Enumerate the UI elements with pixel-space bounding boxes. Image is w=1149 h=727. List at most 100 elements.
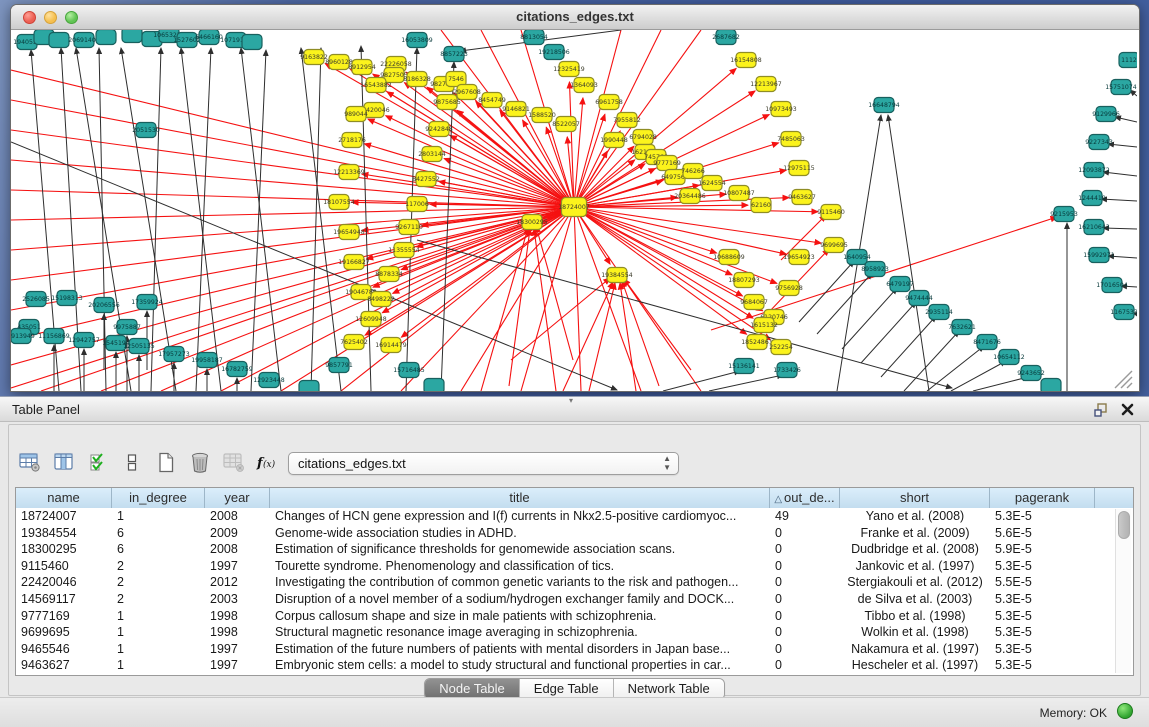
deselect-rows-button[interactable] [117,448,147,476]
cell-title[interactable]: Embryonic stem cells: a model to study s… [270,657,770,674]
citation-edge-selected[interactable] [574,207,581,391]
cell-pagerank[interactable]: 5.3E-5 [990,657,1095,674]
graph-node[interactable]: 7955812 [613,113,641,128]
table-settings-button[interactable] [15,448,45,476]
graph-node[interactable]: 9684067 [740,295,768,310]
citation-edge[interactable] [151,48,161,391]
cell-name[interactable]: 9699695 [16,624,112,641]
citation-edge[interactable] [881,316,936,377]
citation-edge[interactable] [663,371,740,391]
graph-node[interactable] [122,30,142,43]
network-view-canvas[interactable]: 1940557206914061065325715276026466160107… [11,30,1137,391]
cell-in_degree[interactable]: 1 [112,508,205,525]
graph-node[interactable]: 1364093 [570,78,598,93]
graph-node[interactable]: 9699695 [820,238,848,253]
cell-in_degree[interactable]: 1 [112,641,205,658]
cell-short[interactable]: Dudbridge et al. (2008) [840,541,990,558]
graph-node[interactable]: 20691406 [68,33,100,48]
cell-short[interactable]: de Silva et al. (2003) [840,591,990,608]
cell-year[interactable]: 2012 [205,574,270,591]
graph-node[interactable]: 7485063 [777,132,805,147]
cell-in_degree[interactable]: 6 [112,541,205,558]
graph-node[interactable]: 9146821 [502,102,530,117]
column-chooser-button[interactable] [49,448,79,476]
graph-node[interactable]: 9163822 [300,50,328,65]
graph-node[interactable]: 2718176 [338,133,366,148]
network-window-titlebar[interactable]: citations_edges.txt [11,5,1139,30]
graph-node[interactable]: 9242848 [425,122,453,137]
citation-edge[interactable] [241,48,281,391]
cell-in_degree[interactable]: 2 [112,591,205,608]
graph-node[interactable]: 1167533 [1110,305,1137,320]
graph-node[interactable]: 117006 [405,197,429,212]
citation-edge-selected[interactable] [511,278,610,360]
table-row[interactable]: 1938455462009Genome-wide association stu… [16,525,1133,542]
graph-node[interactable]: 16648794 [868,98,900,113]
citation-edge[interactable] [927,346,984,391]
graph-node[interactable]: 6466160 [195,30,223,45]
citation-edge-selected[interactable] [563,282,613,391]
graph-node[interactable]: 8857223 [440,47,468,62]
cell-name[interactable]: 9463627 [16,657,112,674]
cell-year[interactable]: 1997 [205,558,270,575]
graph-node[interactable]: 1244419 [1078,191,1106,206]
graph-node[interactable]: 1990448 [600,133,628,148]
cell-title[interactable]: Disruption of a novel member of a sodium… [270,591,770,608]
graph-node[interactable]: 15716485 [393,363,425,378]
cell-title[interactable]: Changes of HCN gene expression and I(f) … [270,508,770,525]
graph-node[interactable]: 8912954 [348,60,376,75]
graph-node[interactable]: 7632621 [948,320,976,335]
graph-node[interactable]: 10807487 [723,186,755,201]
resize-grip-icon[interactable] [1127,383,1132,388]
graph-node[interactable]: 6961758 [595,95,623,110]
graph-node[interactable]: 2803144 [418,147,446,162]
graph-node[interactable]: 11156869 [38,329,70,344]
cell-title[interactable]: Structural magnetic resonance image aver… [270,624,770,641]
graph-node[interactable]: 6794028 [629,130,657,145]
cell-short[interactable]: Hescheler et al. (1997) [840,657,990,674]
cell-pagerank[interactable]: 5.3E-5 [990,608,1095,625]
citation-edge-selected[interactable] [368,119,574,207]
graph-node[interactable]: 8813054 [520,30,548,45]
graph-node[interactable]: 9129966 [1092,107,1120,122]
cell-year[interactable]: 1998 [205,608,270,625]
cell-name[interactable]: 9777169 [16,608,112,625]
table-panel-titlebar[interactable]: ▾ Table Panel [0,396,1149,422]
citation-edge[interactable] [196,48,211,391]
cell-out_de[interactable]: 0 [770,525,840,542]
cell-out_de[interactable]: 0 [770,657,840,674]
graph-node[interactable]: 10973493 [765,102,797,117]
graph-node[interactable]: 8471676 [973,335,1001,350]
cell-year[interactable]: 1997 [205,641,270,658]
citation-edge[interactable] [888,115,929,391]
column-header-short[interactable]: short [840,488,990,508]
cell-out_de[interactable]: 0 [770,641,840,658]
graph-node[interactable] [242,35,262,50]
graph-node[interactable]: 19218506 [538,45,570,60]
graph-node[interactable]: 62160 [751,198,771,213]
cell-pagerank[interactable]: 5.6E-5 [990,525,1095,542]
cell-pagerank[interactable]: 5.5E-5 [990,574,1095,591]
graph-node[interactable]: 9875685 [433,95,461,110]
column-header-year[interactable]: year [205,488,270,508]
graph-node[interactable]: 9215953 [1050,207,1078,222]
tab-node-table[interactable]: Node Table [425,679,520,699]
network-window[interactable]: citations_edges.txt 19405572069140610653… [10,4,1140,392]
cell-title[interactable]: Investigating the contribution of common… [270,574,770,591]
cell-short[interactable]: Nakamura et al. (1997) [840,641,990,658]
citation-edge-selected[interactable] [574,207,818,212]
cell-title[interactable]: Estimation of the future numbers of pati… [270,641,770,658]
graph-node[interactable]: 1615132 [750,318,778,333]
cell-short[interactable]: Stergiakouli et al. (2012) [840,574,990,591]
column-header-title[interactable]: title [270,488,770,508]
graph-node[interactable]: 8958923 [861,262,889,277]
graph-node[interactable]: 10654112 [993,350,1025,365]
graph-node[interactable]: 7625402 [340,335,368,350]
cell-out_de[interactable]: 49 [770,508,840,525]
cell-title[interactable]: Genome-wide association studies in ADHD. [270,525,770,542]
graph-node[interactable]: 9267110 [395,220,423,235]
float-panel-icon[interactable] [1093,402,1109,418]
graph-node[interactable]: 15136141 [728,359,760,374]
graph-node[interactable]: 16914479 [375,338,407,353]
graph-node[interactable]: 9474444 [905,291,933,306]
